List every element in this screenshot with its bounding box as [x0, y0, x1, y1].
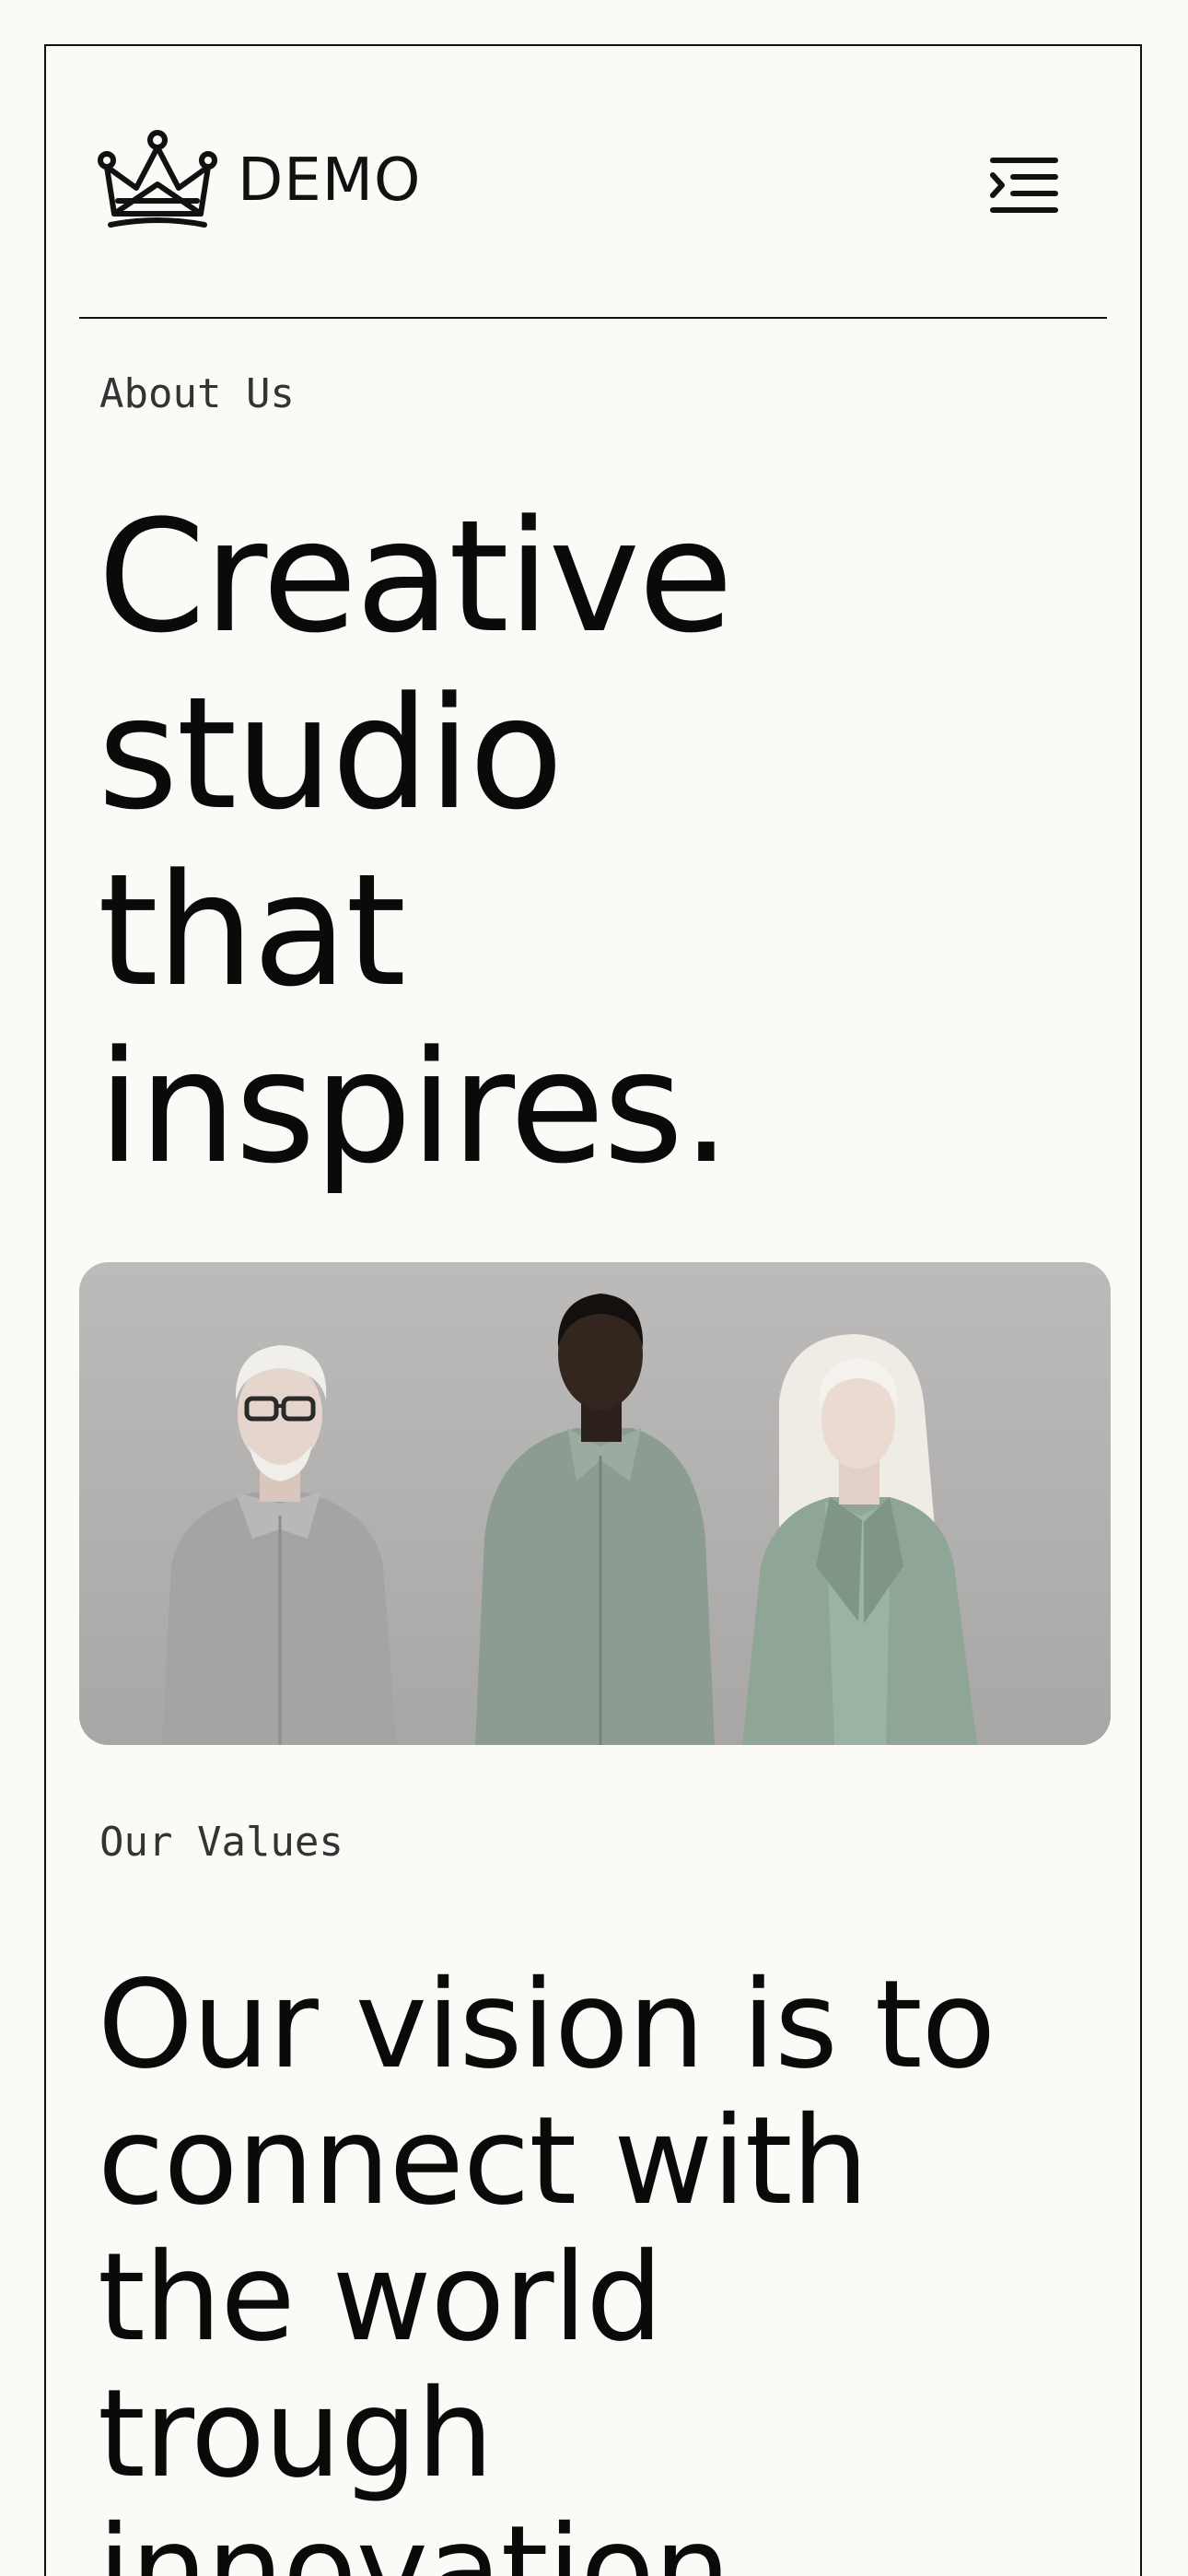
menu-button[interactable] [989, 157, 1059, 214]
hero-title: Creative studio that inspires. [98, 486, 733, 1198]
logo-link[interactable]: DEMO [98, 129, 421, 232]
vision-title: Our vision is to connect with the world … [98, 1954, 996, 2576]
header-divider [79, 317, 1107, 319]
values-eyebrow: Our Values [99, 1819, 344, 1866]
page-frame: DEMO About Us Creative studio that inspi… [44, 44, 1142, 2576]
brand-name: DEMO [238, 146, 422, 215]
team-photo [79, 1262, 1111, 1745]
site-header: DEMO [46, 46, 1140, 317]
about-eyebrow: About Us [99, 370, 295, 417]
crown-icon [98, 129, 217, 232]
menu-indent-icon [989, 158, 1059, 217]
